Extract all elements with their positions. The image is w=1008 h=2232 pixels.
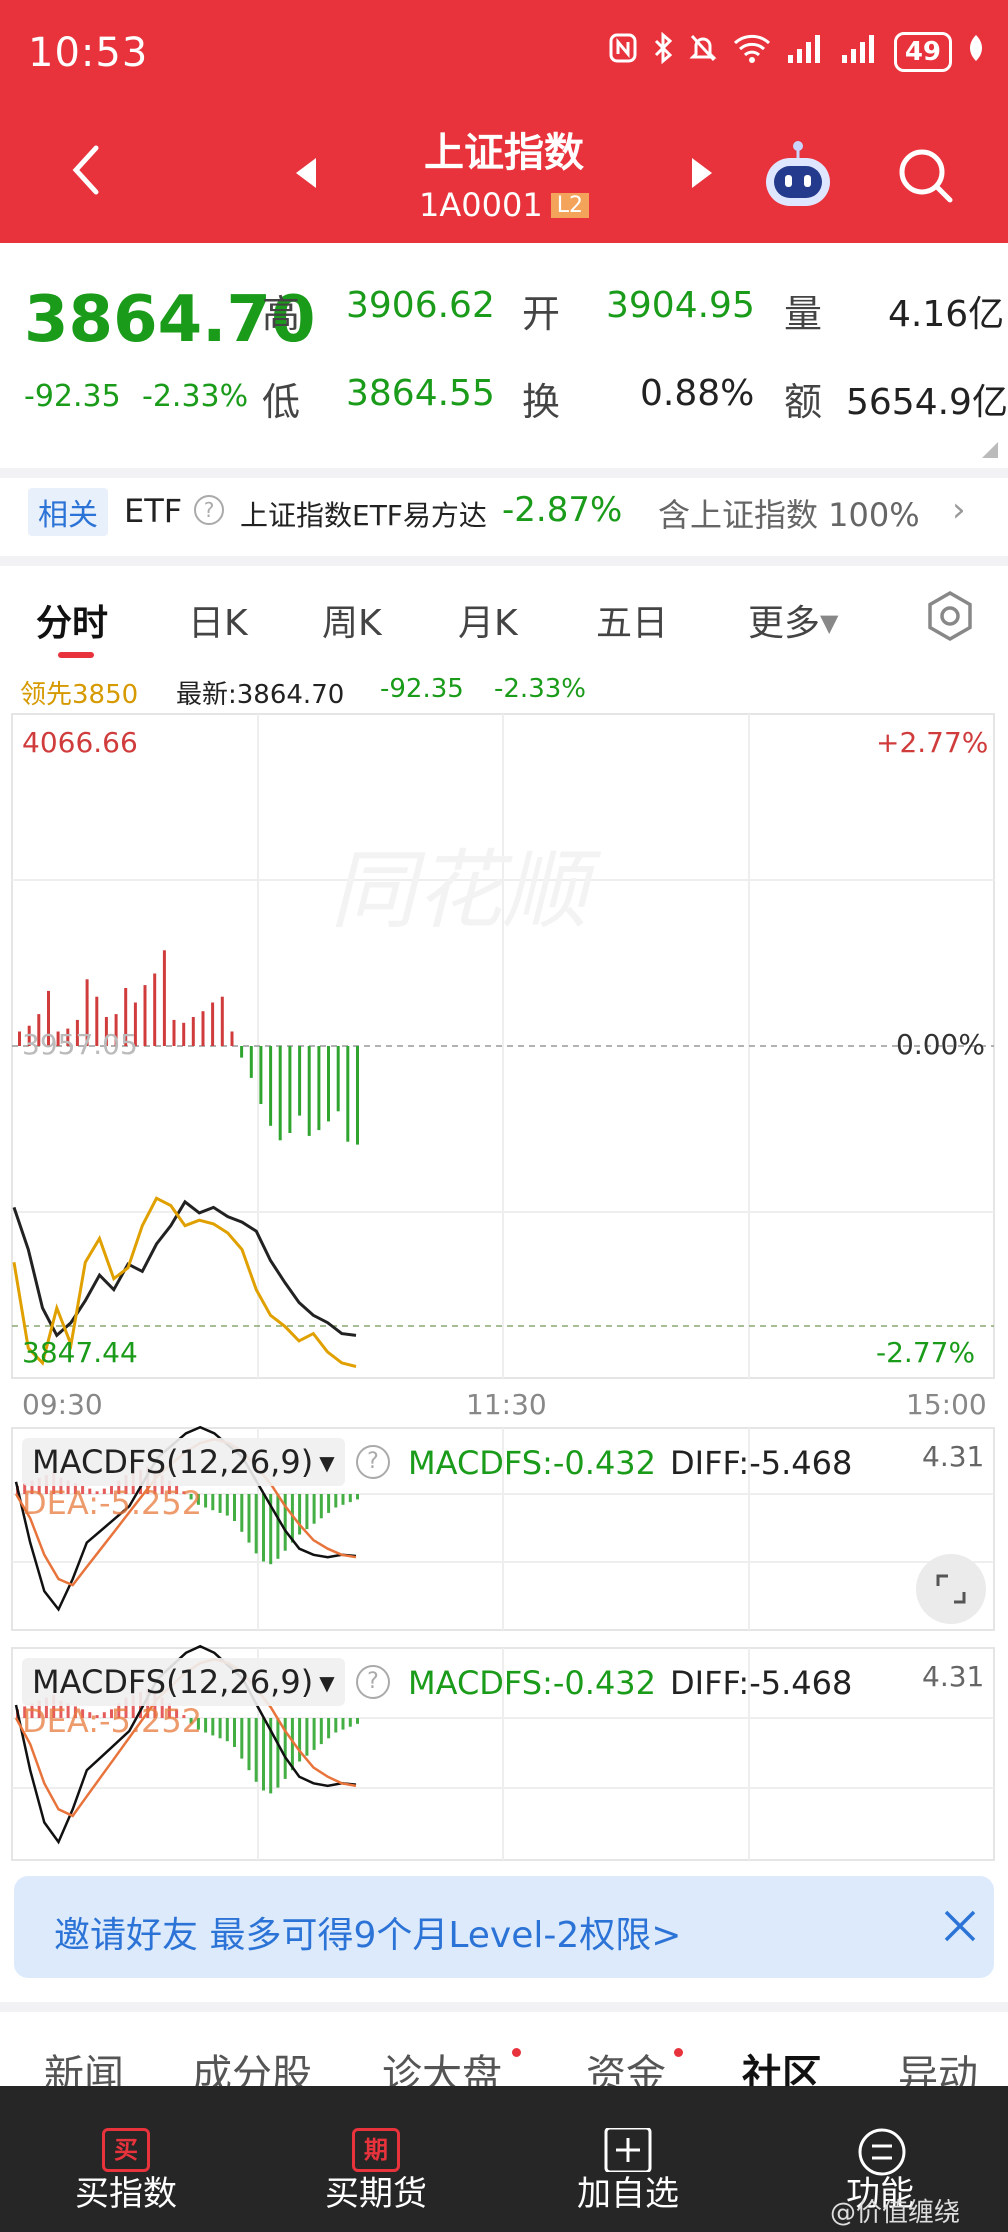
macd-bar [276, 1718, 280, 1788]
buy-futures-button[interactable]: 期 买期货 [276, 2086, 476, 2232]
add-watchlist-label: 加自选 [577, 2174, 679, 2214]
tab-community[interactable]: 社区 [742, 2042, 822, 2087]
macd-bar [356, 1718, 359, 1724]
weibo-watermark: @价值缠绕 [830, 2198, 961, 2228]
macd-panel-2[interactable] [0, 0, 1008, 1900]
macd-bar [204, 1718, 208, 1733]
close-button[interactable] [936, 1902, 984, 1950]
buy-index-button[interactable]: 买 买指数 [26, 2086, 226, 2232]
macd-bar [225, 1718, 229, 1742]
macd-bar [211, 1718, 215, 1736]
add-watchlist-button[interactable]: 加自选 [528, 2086, 728, 2232]
tab-diagnosis[interactable]: 诊大盘 [382, 2042, 502, 2087]
macd-bar [312, 1718, 316, 1750]
notification-dot [674, 2048, 683, 2057]
macd-bar [233, 1718, 236, 1747]
divider [0, 2002, 1008, 2012]
macd-bar [305, 1718, 309, 1756]
tab-news[interactable]: 新闻 [44, 2042, 124, 2087]
tab-funds[interactable]: 资金 [586, 2042, 666, 2087]
macd-bar [319, 1718, 323, 1745]
dea-value-2: DEA:-5.252 [22, 1702, 203, 1740]
macd-bar [218, 1718, 222, 1739]
invite-banner[interactable]: 邀请好友 最多可得9个月Level-2权限> [14, 1876, 994, 1978]
macd-selector-2[interactable]: MACDFS(12,26,9) ▼ [22, 1658, 345, 1706]
macd-max-2: 4.31 [922, 1660, 985, 1693]
dropdown-caret-icon: ▼ [319, 1671, 335, 1695]
tab-constituents[interactable]: 成分股 [192, 2042, 312, 2087]
buy-futures-label: 买期货 [325, 2174, 427, 2214]
macdfs-value-2: MACDFS:-0.432 [408, 1664, 657, 1702]
macd-bar [348, 1718, 352, 1727]
macd-bar [298, 1718, 302, 1762]
tab-abnormal[interactable]: 异动 [898, 2042, 978, 2087]
macd-bar [262, 1718, 265, 1791]
close-icon [944, 1910, 976, 1942]
macd-bar [341, 1718, 345, 1730]
macd-bar [240, 1718, 244, 1759]
macd-bar [254, 1718, 258, 1782]
macd-label-2: MACDFS(12,26,9) [32, 1663, 314, 1701]
notification-dot [512, 2048, 521, 2057]
diff-value-2: DIFF:-5.468 [670, 1664, 853, 1702]
invite-text[interactable]: 邀请好友 最多可得9个月Level-2权限> [54, 1906, 681, 1958]
info-tabs: 新闻 成分股 诊大盘 资金 社区 异动 [0, 2012, 1008, 2087]
buy-index-label: 买指数 [75, 2174, 177, 2214]
macd-bar [247, 1718, 251, 1771]
macd-bar [334, 1718, 338, 1733]
macd-help-icon[interactable]: ? [356, 1665, 390, 1699]
macd-bar [327, 1718, 331, 1739]
